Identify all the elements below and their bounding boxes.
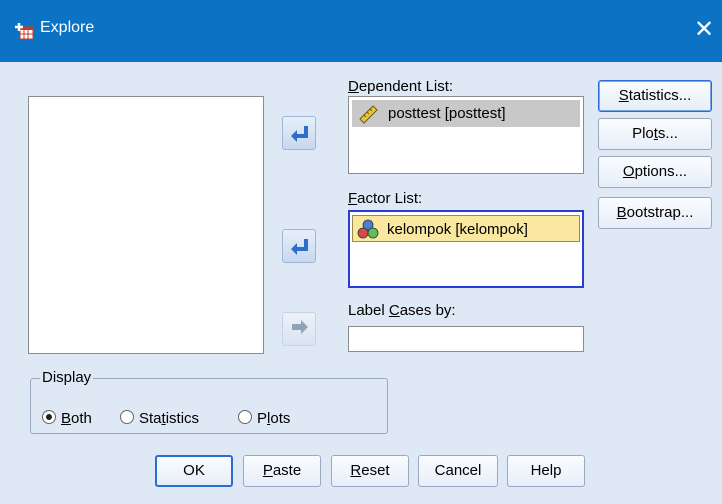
nominal-circles-icon: [357, 219, 379, 239]
radio-both[interactable]: Both: [42, 410, 92, 427]
label-cases-field[interactable]: [348, 326, 584, 352]
factor-item-label: kelompok [kelompok]: [387, 221, 528, 238]
title-bar: Explore ✕: [0, 0, 722, 62]
dependent-list-label: Dependent List:: [348, 78, 454, 95]
paste-button[interactable]: Paste: [243, 455, 321, 487]
reset-button[interactable]: Reset: [331, 455, 409, 487]
move-to-factor-button[interactable]: [282, 229, 316, 263]
arrow-left-icon: [291, 239, 308, 255]
list-item[interactable]: kelompok [kelompok]: [352, 215, 580, 242]
list-item[interactable]: posttest [posttest]: [352, 100, 580, 127]
radio-statistics[interactable]: Statistics: [120, 410, 199, 427]
source-variable-list[interactable]: [28, 96, 264, 354]
factor-list-label: Factor List:: [348, 190, 423, 207]
factor-list[interactable]: kelompok [kelompok]: [348, 210, 584, 288]
plots-button[interactable]: Plots...: [598, 118, 712, 150]
arrow-left-icon: [291, 126, 308, 142]
radio-plots[interactable]: Plots: [238, 410, 290, 427]
dependent-list[interactable]: posttest [posttest]: [348, 96, 584, 174]
move-to-dependent-button[interactable]: [282, 116, 316, 150]
ruler-scale-icon: [359, 105, 378, 124]
options-button[interactable]: Options...: [598, 156, 712, 188]
radio-empty-icon: [120, 410, 134, 424]
dependent-item-label: posttest [posttest]: [388, 105, 506, 122]
explore-app-icon: [15, 23, 34, 40]
help-button[interactable]: Help: [507, 455, 585, 487]
radio-empty-icon: [238, 410, 252, 424]
statistics-button[interactable]: Statistics...: [598, 80, 712, 112]
cancel-button[interactable]: Cancel: [418, 455, 498, 487]
arrow-right-icon: [292, 320, 308, 334]
label-cases-label: Label Cases by:: [348, 302, 456, 319]
bootstrap-button[interactable]: Bootstrap...: [598, 197, 712, 229]
display-legend: Display: [40, 369, 94, 386]
move-to-label-cases-button[interactable]: [282, 312, 316, 346]
window-title: Explore: [40, 19, 95, 36]
radio-selected-icon: [42, 410, 56, 424]
ok-button[interactable]: OK: [155, 455, 233, 487]
close-icon[interactable]: ✕: [686, 12, 722, 48]
